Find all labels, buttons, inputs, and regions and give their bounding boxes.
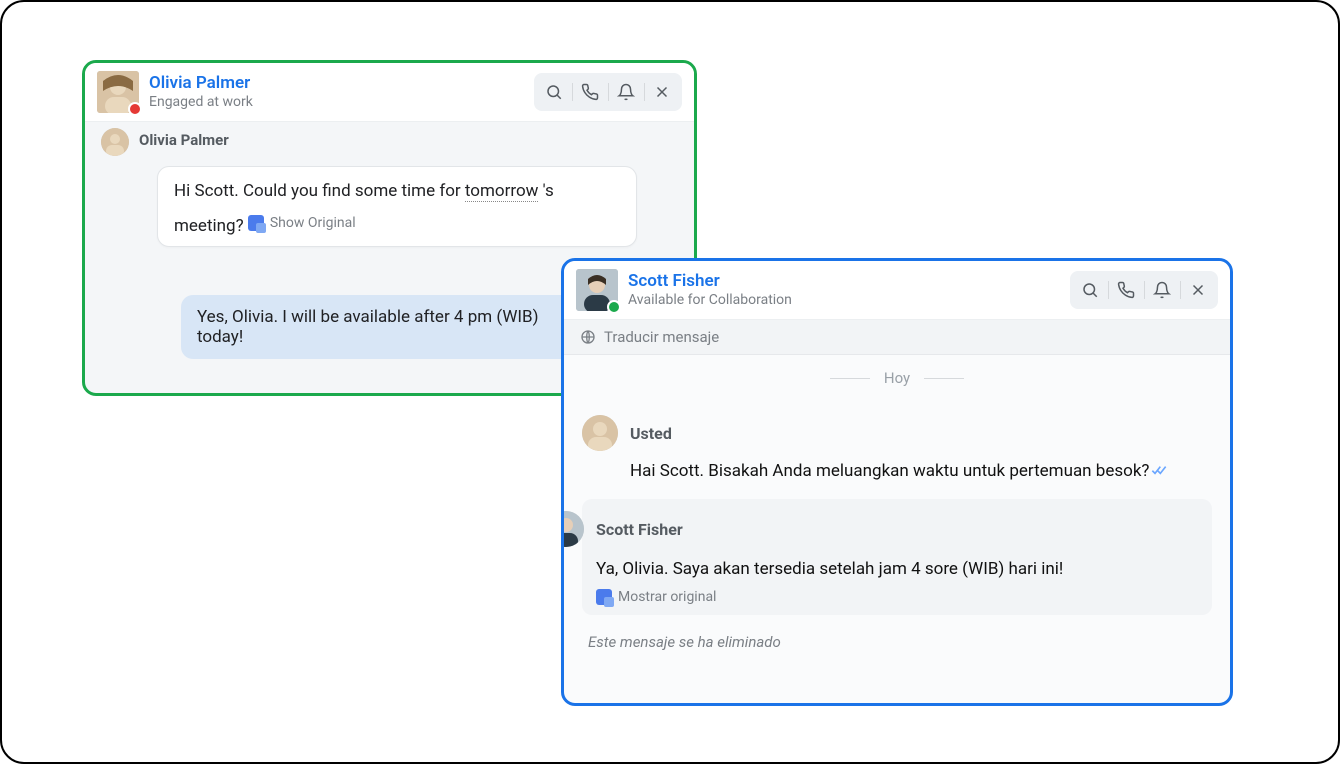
read-receipt-icon xyxy=(1151,462,1167,478)
close-button[interactable] xyxy=(1180,275,1216,305)
sender-name: Scott Fisher xyxy=(596,520,683,539)
sender-name: Olivia Palmer xyxy=(139,131,229,149)
chat-header: Scott Fisher Available for Collaboration xyxy=(564,261,1230,320)
text-prefix: Hi Scott. Could you find some time for xyxy=(174,181,465,201)
show-original-button[interactable]: Mostrar original xyxy=(596,589,716,605)
header-actions xyxy=(534,73,682,111)
person-icon xyxy=(101,128,129,156)
person-icon xyxy=(561,511,584,547)
contact-status: Engaged at work xyxy=(149,93,534,111)
bell-icon xyxy=(617,83,635,101)
chat-body: Usted Hai Scott. Bisakah Anda meluangkan… xyxy=(564,397,1230,661)
translated-message-bubble: Hi Scott. Could you find some time for t… xyxy=(157,166,637,247)
message-other: Scott Fisher Ya, Olivia. Saya akan terse… xyxy=(582,499,1212,615)
search-button[interactable] xyxy=(1072,275,1108,305)
message-text: Hai Scott. Bisakah Anda meluangkan waktu… xyxy=(630,461,1212,481)
show-original-label: Show Original xyxy=(270,215,356,231)
outgoing-message-text: Yes, Olivia. I will be available after 4… xyxy=(197,307,539,347)
close-icon xyxy=(653,83,671,101)
divider-line xyxy=(924,378,964,379)
translated-message-text: Hi Scott. Could you find some time for t… xyxy=(174,181,554,236)
deleted-message-note: Este mensaje se ha eliminado xyxy=(588,633,1206,651)
header-text: Scott Fisher Available for Collaboration xyxy=(628,271,1070,310)
message-you: Usted Hai Scott. Bisakah Anda meluangkan… xyxy=(582,415,1212,481)
globe-icon xyxy=(580,329,596,345)
sender-avatar[interactable] xyxy=(101,128,129,156)
message-text: Ya, Olivia. Saya akan tersedia setelah j… xyxy=(596,559,1198,579)
chat-header: Olivia Palmer Engaged at work xyxy=(85,63,694,122)
notifications-button[interactable] xyxy=(608,77,644,107)
contact-name[interactable]: Olivia Palmer xyxy=(149,73,534,93)
day-label: Hoy xyxy=(884,369,910,387)
phone-icon xyxy=(1117,281,1135,299)
canvas: Olivia Palmer Engaged at work xyxy=(0,0,1340,764)
message-meta: Usted xyxy=(582,415,1212,451)
header-text: Olivia Palmer Engaged at work xyxy=(149,73,534,112)
search-icon xyxy=(1081,281,1099,299)
search-button[interactable] xyxy=(536,77,572,107)
outgoing-message-bubble: Yes, Olivia. I will be available after 4… xyxy=(181,295,591,359)
phone-icon xyxy=(581,83,599,101)
close-icon xyxy=(1189,281,1207,299)
avatar[interactable] xyxy=(97,71,139,113)
call-button[interactable] xyxy=(1108,275,1144,305)
message-meta: Scott Fisher xyxy=(561,511,1198,547)
day-divider: Hoy xyxy=(564,355,1230,397)
person-icon xyxy=(582,415,618,451)
show-original-button[interactable]: Show Original xyxy=(248,215,356,231)
translate-icon xyxy=(596,589,612,605)
translate-menu-item[interactable]: Traducir mensaje xyxy=(564,320,1230,355)
chat-window-scott: Scott Fisher Available for Collaboration xyxy=(561,258,1233,706)
presence-available-icon xyxy=(607,300,621,314)
sender-label: Usted xyxy=(630,424,672,443)
message-header: Olivia Palmer xyxy=(101,128,678,156)
contact-status: Available for Collaboration xyxy=(628,291,1070,309)
translate-icon xyxy=(248,215,264,231)
bell-icon xyxy=(1153,281,1171,299)
message-card: Scott Fisher Ya, Olivia. Saya akan terse… xyxy=(582,499,1212,615)
notifications-button[interactable] xyxy=(1144,275,1180,305)
close-button[interactable] xyxy=(644,77,680,107)
header-actions xyxy=(1070,271,1218,309)
divider-line xyxy=(830,378,870,379)
contact-name[interactable]: Scott Fisher xyxy=(628,271,1070,291)
presence-busy-icon xyxy=(128,102,142,116)
you-text: Hai Scott. Bisakah Anda meluangkan waktu… xyxy=(630,461,1149,481)
call-button[interactable] xyxy=(572,77,608,107)
avatar[interactable] xyxy=(576,269,618,311)
show-original-label: Mostrar original xyxy=(618,589,716,605)
sender-avatar[interactable] xyxy=(561,511,584,547)
spellcheck-word[interactable]: tomorrow xyxy=(465,181,539,202)
search-icon xyxy=(545,83,563,101)
translate-menu-label: Traducir mensaje xyxy=(604,328,719,346)
sender-avatar[interactable] xyxy=(582,415,618,451)
